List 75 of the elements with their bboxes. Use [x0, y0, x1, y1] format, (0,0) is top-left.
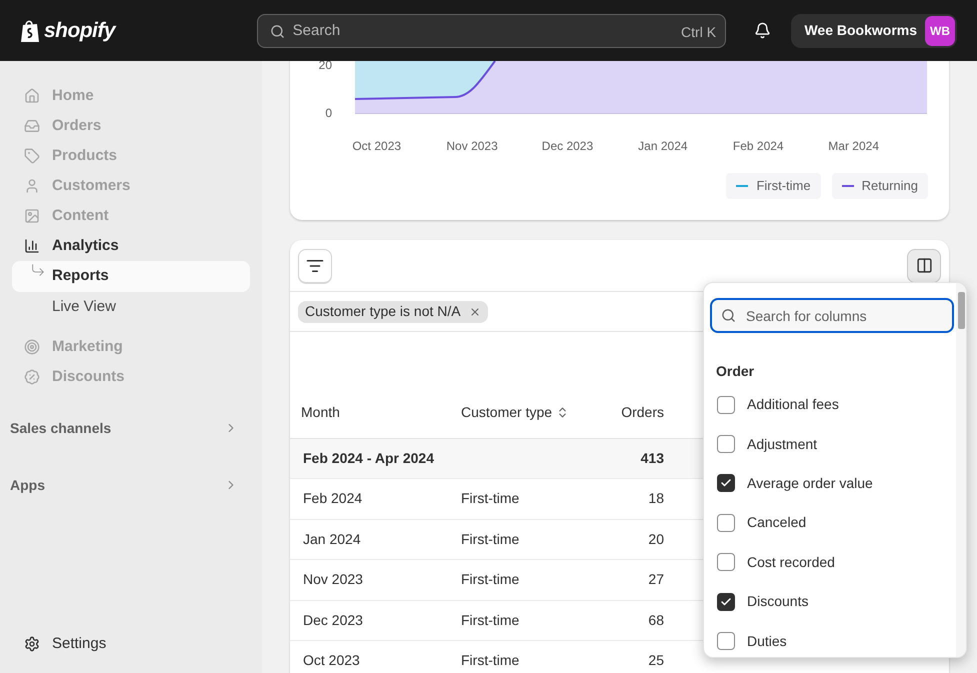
column-header[interactable]: Orders: [570, 402, 664, 423]
checkbox[interactable]: [717, 396, 735, 414]
table-cell-text: 18: [647, 489, 664, 508]
section-heading: Order: [715, 362, 756, 381]
table-cell-text: Jan 2024: [302, 530, 362, 549]
table-cell-text: 413: [640, 449, 664, 468]
column-option[interactable]: Additional fees: [710, 385, 954, 424]
tag-icon: [24, 148, 40, 164]
settings-icon: [24, 636, 40, 652]
legend-item[interactable]: First-time: [726, 173, 821, 199]
checkbox[interactable]: [717, 632, 735, 650]
filter-chip[interactable]: Customer type is not N/A: [298, 300, 488, 322]
bar-chart-icon: [24, 238, 40, 254]
column-option[interactable]: Duties: [710, 621, 954, 657]
table-cell-text: 25: [647, 651, 664, 670]
table-cell-text: 68: [647, 610, 664, 630]
checkbox[interactable]: [717, 553, 735, 572]
logo-text: shopify: [44, 18, 115, 44]
close-icon[interactable]: [468, 306, 481, 318]
store-avatar: WB: [925, 16, 955, 46]
table-cell-text: 20: [647, 530, 664, 549]
x-axis-label: Dec 2023: [540, 138, 594, 155]
y-axis-label: 0: [325, 107, 332, 119]
checkbox[interactable]: [717, 514, 735, 532]
table-cell-text: 27: [647, 570, 664, 590]
sidebar-subitem[interactable]: Live View: [12, 292, 250, 323]
table-cell-text: Feb 2024: [302, 489, 364, 508]
column-search-field[interactable]: Search for columns: [710, 298, 954, 333]
checkbox[interactable]: [717, 435, 735, 454]
target-icon: [24, 339, 40, 355]
table-cell-text: First-time: [460, 610, 520, 630]
column-option[interactable]: Cost recorded: [710, 542, 954, 582]
checkbox[interactable]: [717, 592, 735, 611]
table-cell-text: Feb 2024 - Apr 2024: [302, 449, 435, 468]
columns-button[interactable]: [907, 248, 941, 282]
inbox-icon: [24, 118, 40, 134]
table-cell-text: First-time: [460, 570, 520, 590]
branch-icon: [30, 262, 46, 278]
x-axis-label: Feb 2024: [732, 138, 785, 155]
checkbox[interactable]: [717, 474, 735, 492]
filter-button[interactable]: [298, 248, 332, 282]
scrollbar[interactable]: [956, 283, 966, 657]
column-option[interactable]: Adjustment: [710, 424, 954, 464]
x-axis-label: Jan 2024: [637, 138, 689, 155]
sidebar-subitem[interactable]: Reports: [12, 261, 250, 292]
home-icon: [24, 88, 40, 104]
x-axis-label: Oct 2023: [351, 138, 402, 155]
legend-item[interactable]: Returning: [832, 173, 928, 199]
table-cell-text: Nov 2023: [302, 570, 364, 590]
shortcut-hint: Ctrl K: [681, 22, 716, 42]
x-axis-label: Nov 2023: [445, 138, 499, 155]
store-button[interactable]: Wee Bookworms WB: [791, 14, 957, 48]
percent-badge-icon: [24, 369, 40, 385]
check-icon: [720, 596, 732, 608]
table-cell-text: Oct 2023: [302, 651, 361, 670]
sidebar-section[interactable]: Apps: [10, 473, 252, 497]
person-icon: [24, 178, 40, 194]
x-axis-label: Mar 2024: [827, 138, 880, 155]
column-header[interactable]: Customer type: [450, 402, 570, 423]
sidebar-item[interactable]: Analytics: [12, 231, 250, 261]
columns-icon: [916, 257, 932, 274]
table-cell-text: First-time: [460, 489, 520, 508]
shopping-bag-icon: [20, 18, 40, 42]
sidebar-section[interactable]: Sales channels: [10, 416, 252, 440]
table-cell-text: First-time: [460, 530, 520, 549]
column-option[interactable]: Discounts: [710, 582, 954, 622]
search-icon: [721, 308, 736, 323]
column-header[interactable]: Month: [290, 402, 450, 423]
column-option[interactable]: Average order value: [710, 464, 954, 504]
table-cell-text: First-time: [460, 651, 520, 670]
image-icon: [24, 208, 40, 224]
settings-item[interactable]: Settings: [12, 629, 250, 659]
search-icon: [270, 24, 285, 38]
column-option[interactable]: Canceled: [710, 503, 954, 543]
table-cell-text: Dec 2023: [302, 610, 364, 630]
